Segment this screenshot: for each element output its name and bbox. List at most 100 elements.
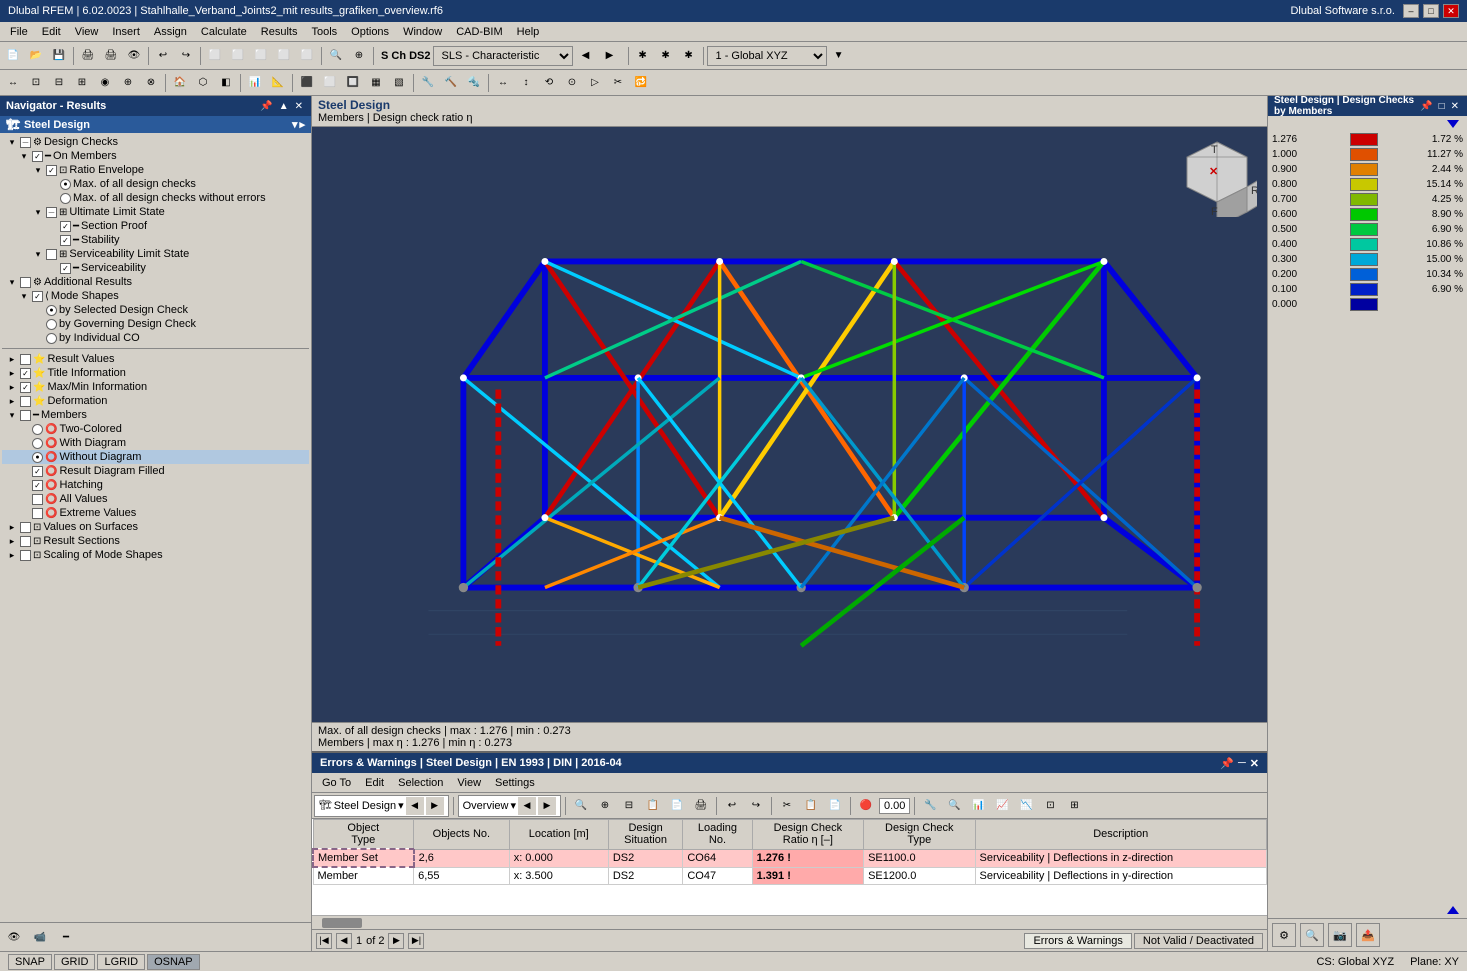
cb-members[interactable] <box>20 410 31 421</box>
lgrid-btn[interactable]: LGRID <box>97 954 145 970</box>
t2-24[interactable]: ⊙ <box>561 72 583 94</box>
nav-btn2[interactable]: 📹 <box>29 926 51 948</box>
cp-settings-btn[interactable]: ⚙ <box>1272 923 1296 947</box>
et-btn2[interactable]: ⊕ <box>594 795 616 817</box>
collapse-btn[interactable]: ▾ <box>292 118 298 131</box>
table-row[interactable]: Member Set 2,6 x: 0.000 DS2 CO64 1.276 !… <box>313 849 1267 867</box>
cp-expand[interactable]: □ <box>1437 101 1447 112</box>
menu-help[interactable]: Help <box>511 25 546 39</box>
tree-additional[interactable]: ▾ ⚙ Additional Results <box>2 275 309 289</box>
coord-more-btn[interactable]: ▼ <box>828 45 850 67</box>
tree-section-proof[interactable]: ▾ ━ Section Proof <box>2 219 309 233</box>
t2-4[interactable]: ⊞ <box>71 72 93 94</box>
tree-result-diagram-filled[interactable]: ▾ ⭕ Result Diagram Filled <box>2 464 309 478</box>
expand-design-checks[interactable]: ▾ <box>6 136 18 148</box>
errors-pin-btn[interactable]: 📌 <box>1220 757 1234 770</box>
minimize-button[interactable]: – <box>1403 4 1419 18</box>
radio-two-colored[interactable] <box>32 424 43 435</box>
radio-without-diagram[interactable] <box>32 452 43 463</box>
print-btn[interactable]: 🖨 <box>77 45 99 67</box>
tree-uls[interactable]: ▾ ⊞ Ultimate Limit State <box>2 205 309 219</box>
expand-btn[interactable]: ▸ <box>299 118 305 131</box>
grid-btn[interactable]: GRID <box>54 954 96 970</box>
t2-9[interactable]: ⬡ <box>192 72 214 94</box>
tree-with-diagram[interactable]: ▾ ⭕ With Diagram <box>2 436 309 450</box>
menu-assign[interactable]: Assign <box>148 25 193 39</box>
cb-values-surfaces[interactable] <box>20 522 31 533</box>
tree-by-individual[interactable]: ▾ by Individual CO <box>2 331 309 345</box>
expand-uls[interactable]: ▾ <box>32 206 44 218</box>
table-row[interactable]: Member 6,55 x: 3.500 DS2 CO47 1.391 ! SE… <box>313 867 1267 885</box>
t2-1[interactable]: ↔ <box>2 72 24 94</box>
tree-members[interactable]: ▾ ━ Members <box>2 408 309 422</box>
et-btn6[interactable]: 🖨 <box>690 795 712 817</box>
cp-export-btn[interactable]: 📤 <box>1356 923 1380 947</box>
tree-mode-shapes[interactable]: ▾ ⟨ Mode Shapes <box>2 289 309 303</box>
tree-values-surfaces[interactable]: ▸ ⊡ Values on Surfaces <box>2 520 309 534</box>
t2-6[interactable]: ⊕ <box>117 72 139 94</box>
cb-result-values[interactable] <box>20 354 31 365</box>
t2-13[interactable]: ⬛ <box>296 72 318 94</box>
t2-14[interactable]: ⬜ <box>319 72 341 94</box>
t2-27[interactable]: 🔂 <box>630 72 652 94</box>
new-btn[interactable]: 📄 <box>2 45 24 67</box>
cb-hatching[interactable] <box>32 480 43 491</box>
expand-maxmin[interactable]: ▸ <box>6 381 18 393</box>
t2-15[interactable]: 🔲 <box>342 72 364 94</box>
menu-options[interactable]: Options <box>345 25 395 39</box>
view3-btn[interactable]: ⬜ <box>250 45 272 67</box>
maximize-button[interactable]: □ <box>1423 4 1439 18</box>
view4-btn[interactable]: ⬜ <box>273 45 295 67</box>
print2-btn[interactable]: 🖨 <box>100 45 122 67</box>
radio-with-diagram[interactable] <box>32 438 43 449</box>
tree-max-noerr[interactable]: ▾ Max. of all design checks without erro… <box>2 191 309 205</box>
et-btn3[interactable]: ⊟ <box>618 795 640 817</box>
tree-scaling[interactable]: ▸ ⊡ Scaling of Mode Shapes <box>2 548 309 562</box>
cb-ratio-envelope[interactable] <box>46 165 57 176</box>
printprev-btn[interactable]: 👁 <box>123 45 145 67</box>
prev-ds-btn[interactable]: ◀ <box>575 45 597 67</box>
cp-pin[interactable]: 📌 <box>1418 101 1434 112</box>
cp-filter-btn[interactable]: 🔍 <box>1300 923 1324 947</box>
cb-title-info[interactable] <box>20 368 31 379</box>
tree-stability[interactable]: ▾ ━ Stability <box>2 233 309 247</box>
t2-19[interactable]: 🔨 <box>440 72 462 94</box>
cb-deformation[interactable] <box>20 396 31 407</box>
menu-view[interactable]: View <box>69 25 105 39</box>
tree-by-selected[interactable]: ▾ by Selected Design Check <box>2 303 309 317</box>
more3-btn[interactable]: ✱ <box>678 45 700 67</box>
next-ds-btn[interactable]: ▶ <box>599 45 621 67</box>
expand-result-sections[interactable]: ▸ <box>6 535 18 547</box>
tree-design-checks[interactable]: ▾ ⚙ Design Checks <box>2 135 309 149</box>
cp-screenshot-btn[interactable]: 📷 <box>1328 923 1352 947</box>
et-btn11[interactable]: 📄 <box>824 795 846 817</box>
t2-10[interactable]: ◧ <box>215 72 237 94</box>
expand-additional[interactable]: ▾ <box>6 276 18 288</box>
tree-deformation[interactable]: ▸ ⭐ Deformation <box>2 394 309 408</box>
cb-maxmin[interactable] <box>20 382 31 393</box>
cb-stability[interactable] <box>60 235 71 246</box>
cb-section-proof[interactable] <box>60 221 71 232</box>
et-btn16[interactable]: 📈 <box>991 795 1013 817</box>
errors-close-btn[interactable]: ✕ <box>1250 757 1259 770</box>
t2-22[interactable]: ↕ <box>515 72 537 94</box>
cb-design-checks[interactable] <box>20 137 31 148</box>
not-valid-tab[interactable]: Not Valid / Deactivated <box>1134 933 1263 949</box>
undo-btn[interactable]: ↩ <box>152 45 174 67</box>
t2-16[interactable]: ▦ <box>365 72 387 94</box>
expand-title-info[interactable]: ▸ <box>6 367 18 379</box>
expand-on-members[interactable]: ▾ <box>18 150 30 162</box>
expand-values-surfaces[interactable]: ▸ <box>6 521 18 533</box>
et-btn7[interactable]: ↩ <box>721 795 743 817</box>
cb-mode-shapes[interactable] <box>32 291 43 302</box>
radio-by-governing[interactable] <box>46 319 57 330</box>
expand-mode-shapes[interactable]: ▾ <box>18 290 30 302</box>
errors-tab[interactable]: Errors & Warnings <box>1024 933 1131 949</box>
navigator-arrow-up[interactable]: ▲ <box>277 101 291 112</box>
tree-all-values[interactable]: ▾ ⭕ All Values <box>2 492 309 506</box>
expand-sls[interactable]: ▾ <box>32 248 44 260</box>
t2-25[interactable]: ▷ <box>584 72 606 94</box>
module-dropdown[interactable]: 🏗 Steel Design ▾ ◀ ▶ <box>314 795 449 817</box>
et-btn5[interactable]: 📄 <box>666 795 688 817</box>
et-btn18[interactable]: ⊡ <box>1039 795 1061 817</box>
